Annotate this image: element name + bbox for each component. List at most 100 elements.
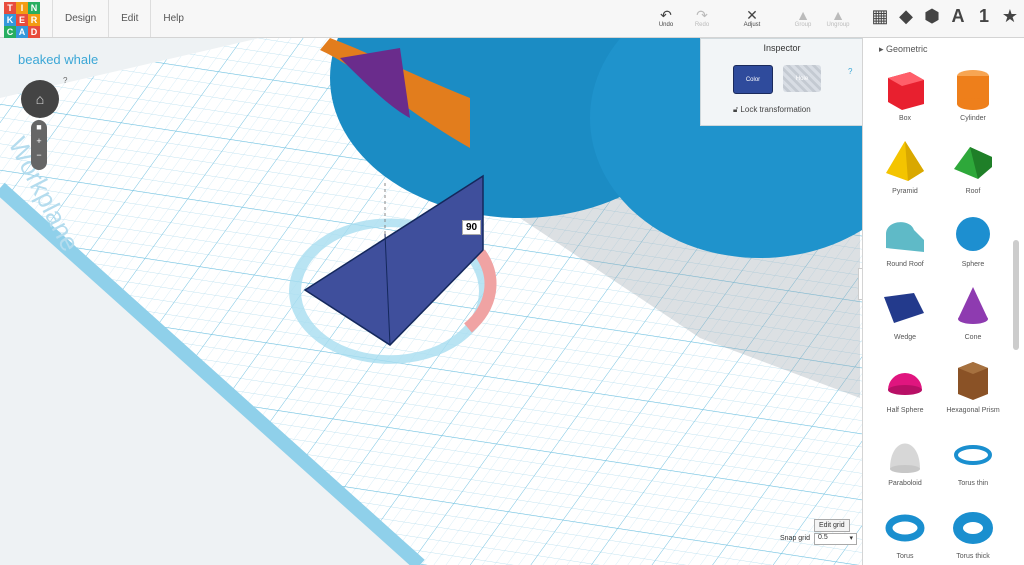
shape-label: Sphere xyxy=(961,261,985,268)
top-toolbar: TINKERCAD Design Edit Help ↶ Undo ↷ Redo… xyxy=(0,0,1024,38)
hole-button[interactable]: Hole xyxy=(783,65,821,92)
shape-item-torus[interactable]: Torus xyxy=(871,502,939,560)
rotation-value-label: 90 xyxy=(462,220,482,235)
paraboloid-shape-icon xyxy=(890,443,920,473)
snap-grid-value: 0.5 xyxy=(818,534,828,541)
shape-item-half-sphere[interactable]: Half Sphere xyxy=(871,356,939,414)
shape-label: Wedge xyxy=(893,334,917,341)
project-title[interactable]: beaked whale xyxy=(18,52,98,67)
hole-label: Hole xyxy=(795,75,809,82)
logo-letter: I xyxy=(16,2,28,14)
box-shape-icon xyxy=(888,72,924,110)
shape-label: Torus thick xyxy=(956,553,990,560)
shape-label: Half Sphere xyxy=(886,407,924,414)
snap-grid-select[interactable]: 0.5 ▾ xyxy=(814,533,857,545)
lock-transformation-toggle[interactable]: 🔓︎ Lock transformation xyxy=(733,105,811,115)
cone-shape-icon xyxy=(958,287,988,324)
lock-icon: 🔓︎ xyxy=(733,105,739,114)
pyramid-shape-icon xyxy=(886,141,924,181)
favorites-star-icon[interactable]: ★ xyxy=(1000,6,1020,27)
sphere-shape-icon xyxy=(956,217,990,251)
redo-button[interactable]: ↷ Redo xyxy=(682,8,722,28)
color-label: Color xyxy=(745,76,761,83)
adjust-label: Adjust xyxy=(743,22,761,28)
torus-thin-shape-icon xyxy=(954,445,992,465)
numbers-view-icon[interactable]: 1 xyxy=(974,6,994,27)
ungroup-label: Ungroup xyxy=(826,22,850,28)
round-roof-shape-icon xyxy=(886,222,924,252)
ungroup-button[interactable]: ▲ Ungroup xyxy=(818,8,858,28)
lock-label: Lock transformation xyxy=(740,105,811,114)
shape-item-cone[interactable]: Cone xyxy=(939,283,1007,341)
shape-label: Hexagonal Prism xyxy=(946,407,1000,414)
logo-letter: K xyxy=(4,14,16,26)
shape-item-torus-thin[interactable]: Torus thin xyxy=(939,429,1007,487)
inspector-help-icon[interactable]: ? xyxy=(848,67,852,76)
zoom-out-button[interactable]: − xyxy=(31,148,47,162)
shape-label: Paraboloid xyxy=(888,480,922,487)
shape-item-roof[interactable]: Roof xyxy=(939,137,1007,195)
view-toolbar: ▦ ◆ ⬢ A 1 ★ xyxy=(870,6,1020,27)
color-button[interactable]: Color xyxy=(733,65,773,94)
shape-label: Cylinder xyxy=(960,115,986,122)
inspector-panel: Inspector Color Hole ? 🔓︎ Lock transform… xyxy=(700,38,864,126)
shape-item-sphere[interactable]: Sphere xyxy=(939,210,1007,268)
undo-button[interactable]: ↶ Undo xyxy=(646,8,686,28)
sidebar-scrollbar[interactable] xyxy=(1013,240,1019,350)
shape-label: Torus xyxy=(896,553,914,560)
cylinder-shape-icon xyxy=(957,70,989,110)
shape-label: Round Roof xyxy=(886,261,924,268)
shape-label: Box xyxy=(898,115,912,122)
wedge-shape-icon xyxy=(884,293,924,323)
shapes-sidebar: ▸ Geometric Box Cylinder Pyramid Roof Round … xyxy=(862,38,1024,565)
menu-edit[interactable]: Edit xyxy=(108,0,150,37)
logo-letter: E xyxy=(16,14,28,26)
shape-item-round-roof[interactable]: Round Roof xyxy=(871,210,939,268)
shape-item-hexagonal-prism[interactable]: Hexagonal Prism xyxy=(939,356,1007,414)
shape-item-cylinder[interactable]: Cylinder xyxy=(939,64,1007,122)
logo-letter: R xyxy=(28,14,40,26)
logo-letter: N xyxy=(28,2,40,14)
undo-icon: ↶ xyxy=(660,7,672,23)
roof-shape-icon xyxy=(954,147,992,179)
adjust-icon: ✕ xyxy=(746,7,758,23)
chevron-down-icon: ▾ xyxy=(849,535,853,542)
shape-item-torus-thick[interactable]: Torus thick xyxy=(939,502,1007,560)
shape-label: Roof xyxy=(965,188,981,195)
undo-label: Undo xyxy=(658,22,674,28)
category-label: Geometric xyxy=(886,44,928,54)
shape-label: Cone xyxy=(964,334,982,341)
grid-view-icon[interactable]: ▦ xyxy=(870,6,890,27)
zoom-in-button[interactable]: + xyxy=(31,134,47,148)
project-help-icon[interactable]: ? xyxy=(63,76,67,85)
group-icon: ▲ xyxy=(796,7,810,23)
logo-letter: A xyxy=(16,26,28,38)
menu-design[interactable]: Design xyxy=(52,0,108,37)
logo-letter: T xyxy=(4,2,16,14)
fit-view-icon[interactable]: ■ xyxy=(31,120,47,134)
zoom-control[interactable]: ■ + − xyxy=(31,120,47,170)
half-sphere-shape-icon xyxy=(888,373,922,395)
shape-item-pyramid[interactable]: Pyramid xyxy=(871,137,939,195)
redo-label: Redo xyxy=(694,22,710,28)
view-navigation-control[interactable]: ⌂ xyxy=(21,80,59,118)
dice-view-icon[interactable]: ⬢ xyxy=(922,6,942,27)
menu-help[interactable]: Help xyxy=(150,0,196,37)
shape-item-wedge[interactable]: Wedge xyxy=(871,283,939,341)
shape-label: Pyramid xyxy=(892,188,918,195)
group-button[interactable]: ▲ Group xyxy=(783,8,823,28)
letters-view-icon[interactable]: A xyxy=(948,6,968,27)
ungroup-icon: ▲ xyxy=(831,7,845,23)
edit-grid-button[interactable]: Edit grid xyxy=(814,519,850,532)
box-view-icon[interactable]: ◆ xyxy=(896,6,916,27)
shape-item-paraboloid[interactable]: Paraboloid xyxy=(871,429,939,487)
hexagonal-prism-shape-icon xyxy=(958,362,988,400)
home-icon[interactable]: ⌂ xyxy=(36,91,44,107)
logo-letter: D xyxy=(28,26,40,38)
torus-thick-shape-icon xyxy=(953,512,993,544)
adjust-button[interactable]: ✕ Adjust xyxy=(732,8,772,28)
shape-item-box[interactable]: Box xyxy=(871,64,939,122)
logo-letter: C xyxy=(4,26,16,38)
category-geometric[interactable]: ▸ Geometric xyxy=(879,44,928,55)
tinkercad-logo[interactable]: TINKERCAD xyxy=(4,2,40,38)
